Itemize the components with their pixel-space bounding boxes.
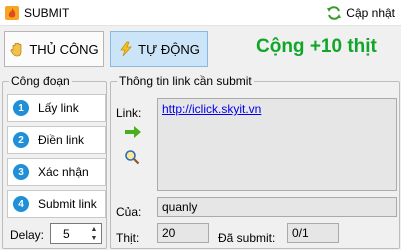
auto-mode-button[interactable]: TỰ ĐỘNG [110, 31, 208, 67]
arrow-right-icon [125, 126, 141, 138]
link-display: http://iclick.skyit.vn [157, 98, 397, 191]
owner-label: Của: [116, 205, 142, 219]
submitted-label: Đã submit: [218, 231, 276, 245]
step-label: Submit link [38, 197, 97, 211]
step-label: Xác nhận [38, 165, 89, 179]
step-confirm[interactable]: 3 Xác nhận [7, 158, 106, 186]
stepper-down-icon[interactable]: ▼ [89, 234, 99, 243]
step-number-badge: 3 [13, 164, 29, 180]
manual-mode-button[interactable]: THỦ CÔNG [4, 31, 104, 67]
title-bar: SUBMIT Cập nhật [0, 0, 401, 26]
stepper-up-icon[interactable]: ▲ [89, 225, 99, 234]
step-label: Lấy link [38, 101, 79, 115]
manual-mode-label: THỦ CÔNG [29, 41, 99, 57]
update-button[interactable]: Cập nhật [326, 3, 395, 23]
step-get-link[interactable]: 1 Lấy link [7, 94, 106, 122]
step-number-badge: 1 [13, 100, 29, 116]
owner-field: quanly [157, 197, 397, 217]
submitted-field: 0/1 [287, 223, 339, 243]
hand-icon [10, 42, 22, 57]
link-url[interactable]: http://iclick.skyit.vn [162, 102, 261, 116]
link-label: Link: [116, 106, 142, 120]
flame-icon [5, 6, 19, 20]
refresh-icon [327, 6, 342, 20]
bonus-text: Cộng +10 thịt [256, 36, 377, 57]
step-label: Điền link [38, 133, 85, 147]
delay-value[interactable]: 5 [63, 227, 70, 241]
window-title: SUBMIT [24, 6, 70, 20]
step-fill-link[interactable]: 2 Điền link [7, 126, 106, 154]
lightning-icon [120, 41, 133, 57]
step-number-badge: 2 [13, 132, 29, 148]
step-submit-link[interactable]: 4 Submit link [7, 190, 106, 218]
delay-stepper[interactable]: 5 ▲ ▼ [50, 223, 102, 244]
zoom-icon[interactable] [124, 149, 140, 165]
delay-label: Delay: [10, 228, 45, 242]
thit-field: 20 [157, 223, 209, 243]
auto-mode-label: TỰ ĐỘNG [138, 41, 200, 57]
thit-label: Thịt: [116, 231, 140, 245]
update-label: Cập nhật [346, 6, 395, 20]
step-number-badge: 4 [13, 196, 29, 212]
link-info-legend: Thông tin link cần submit [117, 74, 254, 88]
steps-legend: Công đoạn [9, 74, 72, 88]
